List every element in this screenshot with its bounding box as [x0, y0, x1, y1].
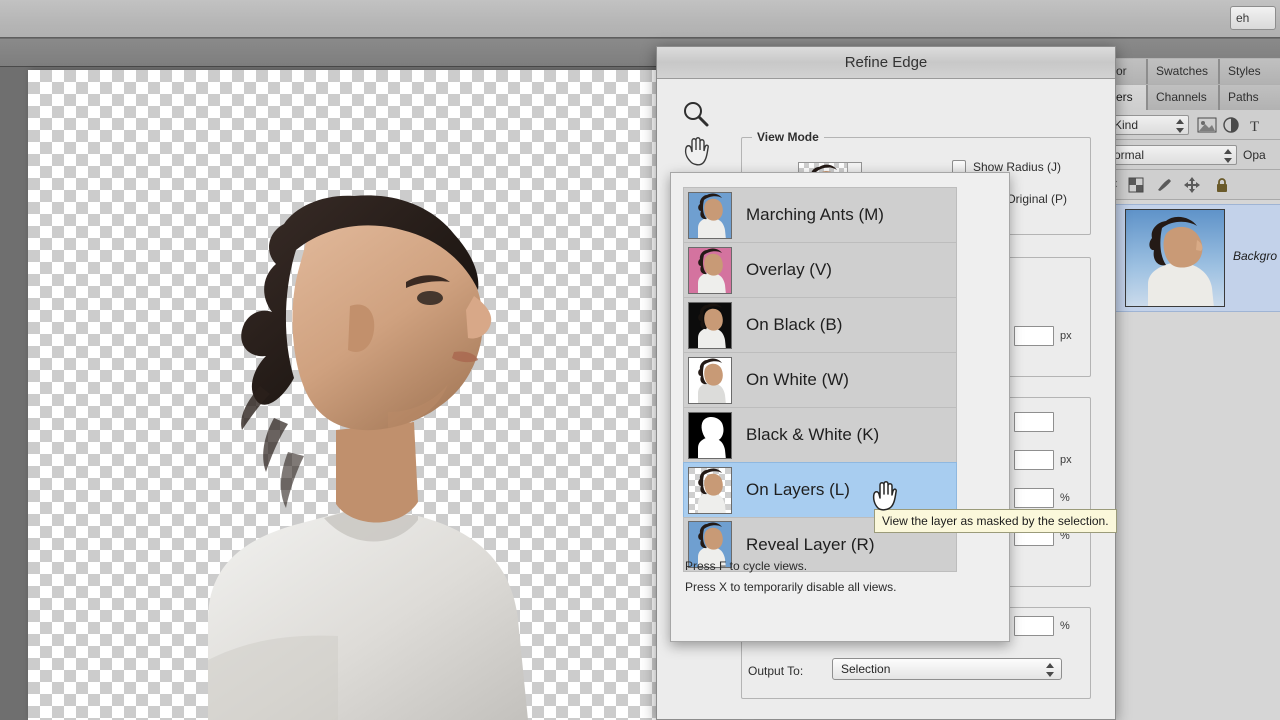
- output-to-label: Output To:: [748, 664, 804, 678]
- thumbnail-marching-ants: [688, 191, 732, 239]
- thumbnail-black-and-white: [688, 411, 732, 459]
- menu-item-label: On Black (B): [746, 315, 843, 334]
- layer-name-label: Backgro: [1233, 249, 1278, 263]
- menu-item-label: Black & White (K): [746, 425, 880, 444]
- right-panel-column: or Swatches Styles ers Channels Paths Ki…: [1106, 58, 1280, 720]
- blend-mode-value: ormal: [1114, 148, 1145, 162]
- menu-hint-line-1: Press F to cycle views.: [685, 559, 808, 573]
- lock-transparency-icon[interactable]: [1127, 176, 1147, 194]
- hand-cursor-icon: [869, 478, 899, 512]
- contrast-input[interactable]: [1014, 488, 1054, 508]
- menu-item-label: Marching Ants (M): [746, 205, 884, 224]
- view-mode-menu: Marching Ants (M) Overlay (V) On Black (…: [670, 172, 1010, 642]
- chevron-updown-icon: [1224, 149, 1233, 163]
- menu-item-label: Overlay (V): [746, 260, 832, 279]
- chevron-updown-icon: [1176, 119, 1185, 133]
- tab-swatches[interactable]: Swatches: [1147, 59, 1219, 84]
- layer-item-background[interactable]: Backgro: [1107, 204, 1280, 312]
- filter-type-icon[interactable]: T: [1247, 116, 1267, 135]
- dialog-title: Refine Edge: [657, 47, 1115, 79]
- decontaminate-unit: %: [1060, 620, 1070, 632]
- photoshop-window: eh or Swatches Styles ers Channels Paths…: [0, 0, 1280, 720]
- tab-paths[interactable]: Paths: [1219, 85, 1280, 110]
- smooth-input[interactable]: [1014, 412, 1054, 432]
- thumbnail-on-black: [688, 301, 732, 349]
- application-toolbar: [0, 0, 1280, 38]
- blend-mode-row: ormal Opa: [1107, 140, 1280, 170]
- svg-text:T: T: [1250, 119, 1259, 134]
- tooltip: View the layer as masked by the selectio…: [874, 509, 1117, 533]
- decontaminate-amount-input[interactable]: [1014, 616, 1054, 636]
- contrast-unit: %: [1060, 492, 1070, 504]
- hand-tool-icon[interactable]: [679, 133, 713, 169]
- feather-input[interactable]: [1014, 450, 1054, 470]
- lock-image-icon[interactable]: [1155, 176, 1175, 194]
- chevron-updown-icon: [1046, 663, 1055, 677]
- menu-item-marching-ants[interactable]: Marching Ants (M): [683, 187, 957, 242]
- menu-hint-line-2: Press X to temporarily disable all views…: [685, 580, 897, 594]
- cutout-subject-image: [88, 100, 648, 720]
- layer-filter-row: Kind T: [1107, 110, 1280, 140]
- filter-kind-select[interactable]: Kind: [1109, 115, 1189, 135]
- panel-tabs-row-2: ers Channels Paths: [1107, 84, 1280, 110]
- filter-image-icon[interactable]: [1197, 116, 1217, 134]
- thumbnail-on-white: [688, 356, 732, 404]
- filter-kind-value: Kind: [1114, 118, 1139, 132]
- dialog-tool-strip: [679, 97, 713, 169]
- menu-item-label: On Layers (L): [746, 480, 850, 499]
- panel-tabs-row-1: or Swatches Styles: [1107, 58, 1280, 84]
- radius-unit: px: [1060, 330, 1072, 342]
- window-chrome-button[interactable]: eh: [1230, 6, 1276, 30]
- menu-item-on-black[interactable]: On Black (B): [683, 297, 957, 352]
- lock-all-icon[interactable]: [1213, 176, 1233, 194]
- layer-thumbnail: [1125, 209, 1225, 307]
- menu-item-on-white[interactable]: On White (W): [683, 352, 957, 407]
- tab-channels[interactable]: Channels: [1147, 85, 1219, 110]
- feather-unit: px: [1060, 454, 1072, 466]
- thumbnail-on-layers: [688, 466, 732, 514]
- menu-item-overlay[interactable]: Overlay (V): [683, 242, 957, 297]
- filter-adjustment-icon[interactable]: [1221, 116, 1241, 134]
- zoom-tool-icon[interactable]: [679, 97, 713, 133]
- view-mode-group-title: View Mode: [752, 130, 824, 144]
- lock-position-icon[interactable]: [1183, 176, 1203, 194]
- menu-item-black-and-white[interactable]: Black & White (K): [683, 407, 957, 462]
- output-to-value: Selection: [841, 662, 891, 676]
- thumbnail-overlay: [688, 246, 732, 294]
- menu-item-label: On White (W): [746, 370, 849, 389]
- opacity-label: Opa: [1243, 148, 1266, 162]
- tab-styles[interactable]: Styles: [1219, 59, 1280, 84]
- output-to-select[interactable]: Selection: [832, 658, 1062, 680]
- radius-input[interactable]: [1014, 326, 1054, 346]
- menu-item-label: Reveal Layer (R): [746, 534, 875, 554]
- lock-row: k:: [1107, 170, 1280, 200]
- blend-mode-select[interactable]: ormal: [1109, 145, 1237, 165]
